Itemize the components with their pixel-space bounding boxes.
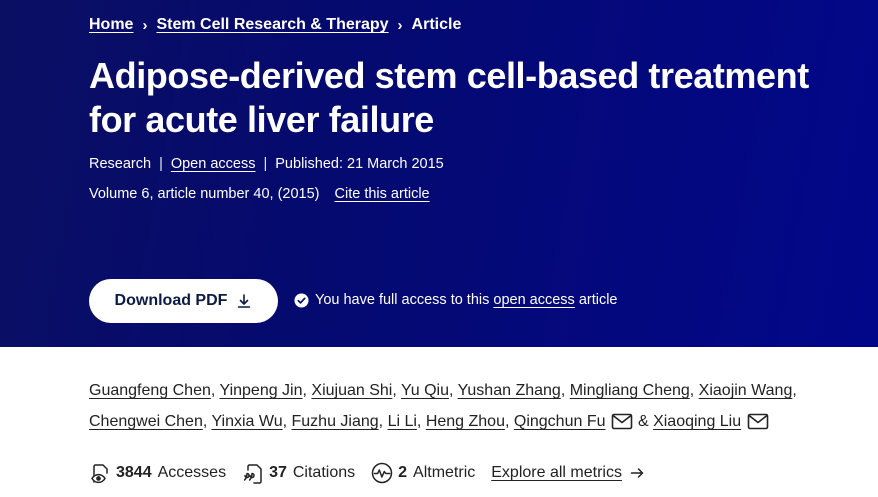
altmetric-icon [371, 462, 393, 484]
author-link[interactable]: Qingchun Fu [514, 413, 606, 430]
breadcrumb-current: Article [411, 16, 462, 33]
author-link[interactable]: Xiujuan Shi [311, 382, 392, 399]
author-link[interactable]: Yinpeng Jin [219, 382, 302, 399]
article-metrics: 3844 Accesses 37 Citations 2 Altmetric E… [89, 460, 644, 486]
eye-document-icon [91, 464, 108, 484]
volume-info: Volume 6, article number 40, (2015) [89, 186, 320, 202]
altmetric-label: Altmetric [413, 464, 476, 481]
article-type: Research [89, 156, 152, 172]
chevron-right-icon: › [142, 16, 148, 34]
author-link[interactable]: Guangfeng Chen [89, 382, 211, 399]
authors-ampersand: & [637, 413, 649, 430]
author-link[interactable]: Xiaojin Wang [699, 382, 793, 399]
open-access-info-link[interactable]: open access [493, 292, 574, 308]
author-link[interactable]: Fuzhu Jiang [292, 413, 379, 430]
altmetric-metric: 2 Altmetric [371, 462, 475, 484]
article-citation-info: Volume 6, article number 40, (2015) Cite… [89, 184, 430, 204]
open-access-link[interactable]: Open access [171, 154, 256, 174]
article-header: Home › Stem Cell Research & Therapy › Ar… [0, 0, 878, 347]
accesses-count: 3844 [116, 464, 152, 481]
author-link[interactable]: Yu Qiu [401, 382, 449, 399]
citations-metric: 37 Citations [242, 462, 355, 484]
meta-divider: | [159, 156, 163, 172]
cite-article-link[interactable]: Cite this article [335, 184, 430, 204]
full-access-notice: You have full access to this open access… [294, 290, 618, 310]
author-link[interactable]: Li Li [388, 413, 417, 430]
author-link[interactable]: Mingliang Cheng [570, 382, 690, 399]
article-title: Adipose-derived stem cell-based treatmen… [89, 54, 878, 142]
author-link[interactable]: Xiaoqing Liu [653, 413, 741, 430]
access-text-suffix: article [578, 292, 618, 308]
explore-metrics-link[interactable]: Explore all metrics [491, 464, 644, 482]
access-text-prefix: You have full access to this [315, 292, 490, 308]
download-icon [238, 294, 251, 308]
meta-divider: | [263, 156, 268, 172]
arrow-right-icon [630, 468, 644, 478]
author-link[interactable]: Yinxia Wu [211, 413, 282, 430]
chevron-right-icon: › [397, 16, 403, 34]
author-link[interactable]: Yushan Zhang [458, 382, 561, 399]
article-title-line-2: for acute liver failure [89, 99, 434, 140]
download-pdf-label: Download PDF [114, 292, 228, 309]
published-date: Published: 21 March 2015 [275, 156, 444, 172]
citations-label: Citations [292, 464, 356, 481]
breadcrumb-journal-link[interactable]: Stem Cell Research & Therapy [156, 16, 388, 34]
quote-document-icon [243, 464, 262, 484]
breadcrumb-home-link[interactable]: Home [89, 16, 133, 34]
accesses-label: Accesses [157, 464, 227, 481]
article-title-line-1: Adipose-derived stem cell-based treatmen… [89, 55, 809, 96]
author-list: Guangfeng Chen, Yinpeng Jin, Xiujuan Shi… [89, 382, 797, 430]
explore-metrics-label: Explore all metrics [491, 464, 622, 481]
altmetric-count: 2 [398, 464, 408, 481]
citations-count: 37 [269, 464, 287, 481]
download-pdf-button[interactable]: Download PDF [89, 279, 278, 323]
author-link[interactable]: Chengwei Chen [89, 413, 203, 430]
author-link[interactable]: Heng Zhou [426, 413, 505, 430]
check-circle-icon [294, 292, 309, 308]
mail-icon[interactable] [611, 413, 633, 430]
breadcrumb: Home › Stem Cell Research & Therapy › Ar… [89, 13, 461, 37]
accesses-metric: 3844 Accesses [89, 462, 226, 484]
mail-icon[interactable] [747, 413, 769, 430]
article-meta: Research | Open access | Published: 21 M… [89, 154, 444, 174]
